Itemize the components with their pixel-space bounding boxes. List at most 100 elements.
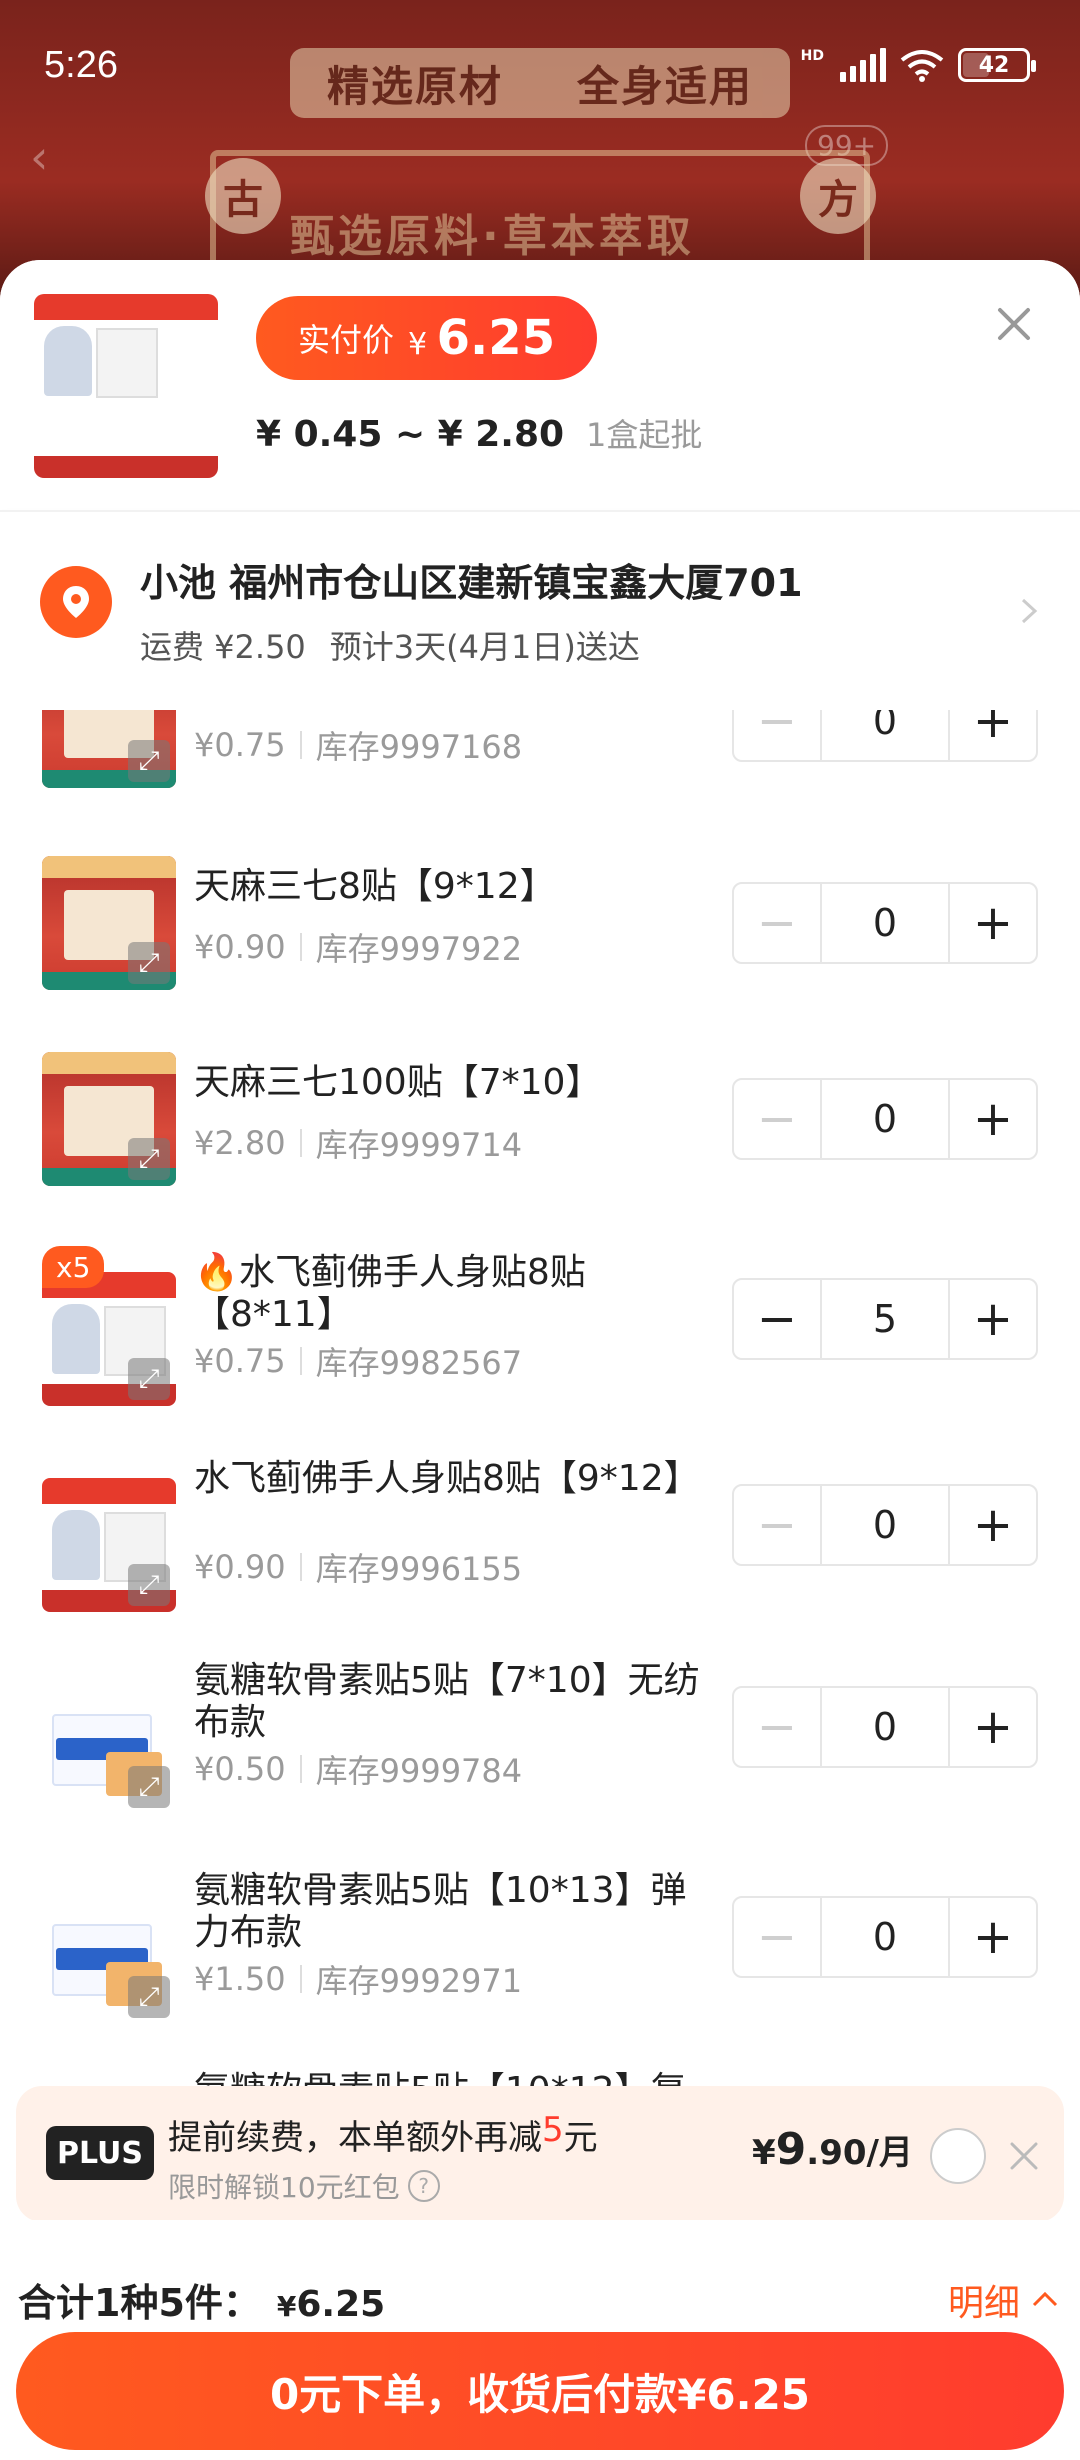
sku-stock: 库存9997168 bbox=[315, 728, 523, 766]
place-order-button[interactable]: 0元下单，收货后付款¥6.25 bbox=[16, 2332, 1064, 2450]
increment-button[interactable]: + bbox=[950, 1898, 1036, 1976]
quantity-stepper[interactable]: −0 + bbox=[732, 1686, 1038, 1768]
product-thumbnail[interactable] bbox=[34, 294, 218, 478]
sku-row: ⤢ 天麻三七8贴【9*12】 ¥0.90 库存9997922 −0 + bbox=[0, 826, 1080, 1026]
sku-price: ¥0.90 bbox=[194, 1548, 286, 1586]
actual-price-pill: 实付价 ¥ 6.25 bbox=[256, 296, 598, 380]
actual-price-amount: 6.25 bbox=[436, 310, 556, 366]
quantity-value[interactable]: 0 bbox=[820, 1080, 950, 1158]
plus-price-main: 9 bbox=[775, 2124, 807, 2175]
expand-icon[interactable]: ⤢ bbox=[128, 942, 170, 984]
sku-stock: 库存9999714 bbox=[315, 1126, 523, 1164]
increment-button[interactable]: + bbox=[950, 1688, 1036, 1766]
divider bbox=[299, 1965, 302, 1993]
back-icon: ‹ bbox=[30, 130, 49, 184]
decrement-button[interactable]: − bbox=[734, 884, 820, 962]
background-tagline: 甄选原料·草本萃取 bbox=[290, 211, 695, 262]
hd-label: HD bbox=[800, 48, 824, 64]
divider bbox=[299, 1347, 302, 1375]
quantity-value[interactable]: 0 bbox=[820, 710, 950, 760]
decrement-button[interactable]: − bbox=[734, 1486, 820, 1564]
sku-meta: ¥0.75 库存9997168 bbox=[194, 722, 522, 768]
increment-button[interactable]: + bbox=[950, 1486, 1036, 1564]
actual-price-value: ¥ 6.25 bbox=[408, 310, 555, 366]
decrement-button[interactable]: − bbox=[734, 1898, 820, 1976]
sku-thumbnail[interactable]: ⤢ bbox=[42, 1478, 176, 1612]
expand-icon[interactable]: ⤢ bbox=[128, 1564, 170, 1606]
increment-button[interactable]: + bbox=[950, 1280, 1036, 1358]
help-icon[interactable]: ? bbox=[407, 2170, 440, 2202]
quantity-stepper[interactable]: −0 + bbox=[732, 1078, 1038, 1160]
decrement-button[interactable]: − bbox=[734, 1280, 820, 1358]
quantity-value[interactable]: 0 bbox=[820, 884, 950, 962]
expand-icon[interactable]: ⤢ bbox=[128, 1358, 170, 1400]
quantity-value[interactable]: 0 bbox=[820, 1898, 950, 1976]
quantity-value[interactable]: 0 bbox=[820, 1688, 950, 1766]
plus-offer-title: 提前续费，本单额外再减 5 元 bbox=[168, 2110, 598, 2159]
chevron-up-icon bbox=[1032, 2291, 1058, 2307]
seal-left: 古 bbox=[205, 158, 281, 234]
plus-price-currency: ¥ bbox=[752, 2133, 776, 2173]
sku-meta: ¥0.90 库存9996155 bbox=[194, 1544, 522, 1590]
increment-button[interactable]: + bbox=[950, 1080, 1036, 1158]
sku-meta: ¥0.50 库存9999784 bbox=[194, 1746, 522, 1792]
divider bbox=[299, 933, 302, 961]
plus-offer-subtitle: 限时解锁10元红包 ? bbox=[168, 2166, 440, 2206]
sku-row: ⤢ 天麻三七100贴【7*10】 ¥2.80 库存9999714 −0 + bbox=[0, 1022, 1080, 1222]
plus-select-radio[interactable] bbox=[930, 2128, 986, 2184]
decrement-button[interactable]: − bbox=[734, 1080, 820, 1158]
sku-thumbnail[interactable]: ⤢ bbox=[42, 1890, 176, 2024]
expand-icon[interactable]: ⤢ bbox=[128, 1766, 170, 1808]
checkout-footer: 合计1种5件： ¥6.25 明细 0元下单，收货后付款¥6.25 bbox=[0, 2220, 1080, 2460]
sku-stock: 库存9992971 bbox=[315, 1962, 523, 2000]
quantity-value[interactable]: 0 bbox=[820, 1486, 950, 1564]
location-pin-icon bbox=[40, 566, 112, 638]
sku-thumbnail[interactable]: ⤢ bbox=[42, 1272, 176, 1406]
expand-icon[interactable]: ⤢ bbox=[128, 1138, 170, 1180]
sku-meta: ¥0.90 库存9997922 bbox=[194, 924, 522, 970]
total-label: 合计1种5件： bbox=[18, 2281, 261, 2325]
shipping-address[interactable]: 小池 福州市仓山区建新镇宝鑫大厦701 运费 ¥2.50 预计3天(4月1日)送… bbox=[0, 510, 1080, 710]
expand-icon[interactable]: ⤢ bbox=[128, 740, 170, 782]
detail-toggle[interactable]: 明细 bbox=[948, 2274, 1060, 2326]
quantity-stepper[interactable]: −0 + bbox=[732, 882, 1038, 964]
sku-thumbnail[interactable]: ⤢ bbox=[42, 710, 176, 788]
sku-thumbnail[interactable]: ⤢ bbox=[42, 856, 176, 990]
sku-row: x5 ⤢ 🔥水飞蓟佛手人身贴8贴【8*11】 ¥0.75 库存9982567 −5 + bbox=[0, 1222, 1080, 1422]
divider bbox=[299, 1755, 302, 1783]
increment-button[interactable]: + bbox=[950, 884, 1036, 962]
divider bbox=[299, 1553, 302, 1581]
minimum-order: 1盒起批 bbox=[586, 416, 703, 454]
plus-close-icon[interactable] bbox=[1004, 2136, 1044, 2176]
quantity-stepper[interactable]: −0 + bbox=[732, 710, 1038, 762]
sku-selection-sheet: 实付价 ¥ 6.25 ¥ 0.45 ~ ¥ 2.80 1盒起批 小池 福州市仓山… bbox=[0, 260, 1080, 2460]
divider bbox=[299, 731, 302, 759]
quantity-value[interactable]: 5 bbox=[820, 1280, 950, 1358]
quantity-stepper[interactable]: −5 + bbox=[732, 1278, 1038, 1360]
sku-name: 水飞蓟佛手人身贴8贴【9*12】 bbox=[194, 1458, 700, 1499]
plus-logo: PLUS bbox=[46, 2126, 154, 2180]
close-icon[interactable] bbox=[986, 296, 1042, 352]
quantity-stepper[interactable]: −0 + bbox=[732, 1896, 1038, 1978]
shipping-info: 运费 ¥2.50 预计3天(4月1日)送达 bbox=[140, 622, 640, 668]
plus-price-decimal: .90/月 bbox=[806, 2133, 913, 2173]
price-range-value: ¥ 0.45 ~ ¥ 2.80 bbox=[256, 414, 565, 455]
signal-icon bbox=[840, 48, 886, 82]
sku-thumbnail[interactable]: ⤢ bbox=[42, 1680, 176, 1814]
status-time: 5:26 bbox=[44, 44, 118, 86]
increment-button[interactable]: + bbox=[950, 710, 1036, 760]
product-image bbox=[34, 294, 218, 478]
plus-offer-bar[interactable]: PLUS 提前续费，本单额外再减 5 元 限时解锁10元红包 ? ¥ 9 .90… bbox=[16, 2086, 1064, 2222]
sku-thumbnail[interactable]: ⤢ bbox=[42, 1052, 176, 1186]
expand-icon[interactable]: ⤢ bbox=[128, 1976, 170, 2018]
sku-stock: 库存9996155 bbox=[315, 1550, 523, 1588]
chevron-right-icon bbox=[1021, 598, 1038, 624]
decrement-button[interactable]: − bbox=[734, 710, 820, 760]
decrement-button[interactable]: − bbox=[734, 1688, 820, 1766]
plus-title-text: 提前续费，本单额外再减 bbox=[168, 2118, 542, 2158]
delivery-eta: 预计3天(4月1日)送达 bbox=[329, 628, 640, 666]
sku-stock: 库存9999784 bbox=[315, 1752, 523, 1790]
currency-symbol: ¥ bbox=[408, 327, 428, 362]
quantity-stepper[interactable]: −0 + bbox=[732, 1484, 1038, 1566]
sku-price: ¥0.75 bbox=[194, 1342, 286, 1380]
